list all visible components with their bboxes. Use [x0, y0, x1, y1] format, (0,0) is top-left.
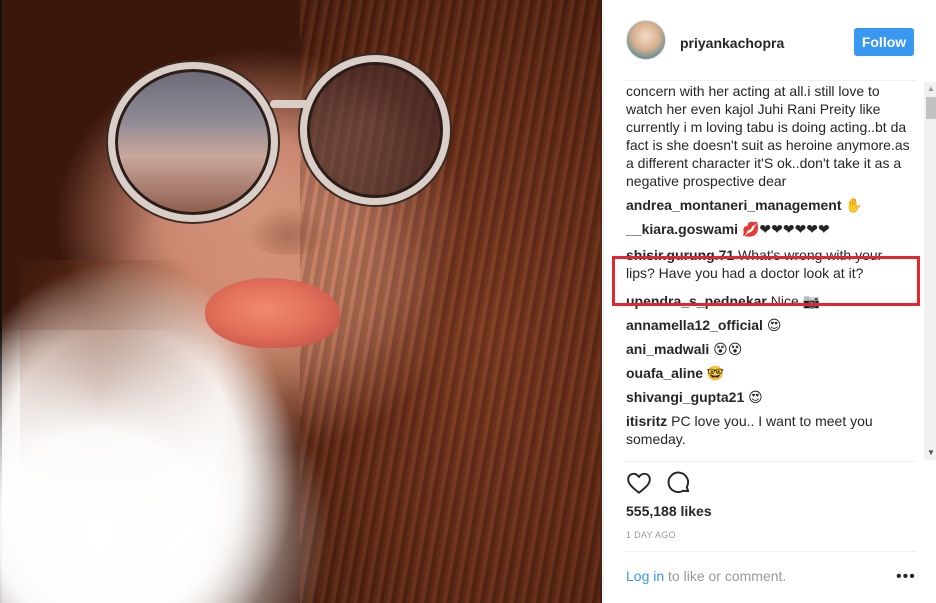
actions-divider: [626, 461, 916, 462]
comment-text: 😵😵: [709, 341, 743, 357]
comment-username[interactable]: itisritz: [626, 413, 667, 429]
comment-item: __kiara.goswami 💋❤❤❤❤❤❤: [626, 220, 911, 238]
comment-item: annamella12_official 😍: [626, 316, 911, 334]
comment-item: ouafa_aline 🤓: [626, 364, 911, 382]
comment-username[interactable]: annamella12_official: [626, 317, 763, 333]
comment-list[interactable]: concern with her acting at all.i still l…: [626, 82, 911, 459]
comment-item: concern with her acting at all.i still l…: [626, 82, 911, 190]
comment-username[interactable]: shivangi_gupta21: [626, 389, 744, 405]
comment-item-highlighted: shisir.gurung.71 What's wrong with your …: [626, 246, 911, 282]
comment-username[interactable]: ouafa_aline: [626, 365, 703, 381]
photo-sunglass-lens-left: [108, 62, 278, 222]
photo-sunglass-bridge: [270, 100, 310, 108]
scrollbar-thumb[interactable]: [926, 97, 936, 119]
photo-light-glare: [0, 330, 330, 603]
post-photo: [0, 0, 602, 603]
header-divider: [626, 80, 916, 81]
comment-username[interactable]: shisir.gurung.71: [626, 247, 734, 263]
comment-item: itisritz PC love you.. I want to meet yo…: [626, 412, 911, 448]
comment-scrollbar[interactable]: [924, 82, 936, 460]
comment-text: 😍: [744, 389, 763, 405]
photo-nose: [248, 205, 328, 255]
more-options-icon[interactable]: •••: [896, 569, 916, 585]
comment-item: andrea_montaneri_management ✋: [626, 196, 911, 214]
comment-username[interactable]: ani_madwali: [626, 341, 709, 357]
post-header: priyankachopra Follow: [604, 0, 936, 80]
comment-bubble-icon[interactable]: [666, 470, 692, 496]
comment-username[interactable]: __kiara.goswami: [626, 221, 738, 237]
comment-item: shivangi_gupta21 😍: [626, 388, 911, 406]
scroll-down-arrow-icon[interactable]: ▼: [924, 446, 936, 460]
photo-sunglass-lens-right: [300, 55, 450, 205]
comment-text: ✋: [841, 197, 863, 213]
login-link[interactable]: Log in: [626, 568, 664, 584]
post-username[interactable]: priyankachopra: [680, 35, 784, 51]
scroll-up-arrow-icon[interactable]: ▲: [924, 82, 936, 96]
footer-divider: [626, 551, 916, 552]
login-prompt: Log in to like or comment.: [626, 568, 786, 584]
likes-count[interactable]: 555,188 likes: [626, 503, 712, 519]
avatar[interactable]: [626, 20, 666, 60]
login-prompt-text: to like or comment.: [664, 568, 787, 584]
comment-username[interactable]: upendra_s_pednekar: [626, 293, 767, 309]
comment-username[interactable]: andrea_montaneri_management: [626, 197, 842, 213]
comment-text: 🤓: [703, 365, 725, 381]
post-timestamp[interactable]: 1 DAY AGO: [626, 530, 676, 540]
comment-item: ani_madwali 😵😵: [626, 340, 911, 358]
post-side-panel: priyankachopra Follow concern with her a…: [603, 0, 936, 603]
heart-icon[interactable]: [626, 470, 652, 496]
comment-text: concern with her acting at all.i still l…: [626, 83, 910, 189]
comment-text: 😍: [762, 317, 782, 333]
comment-text: Nice 📷: [766, 293, 821, 309]
comment-text: 💋❤❤❤❤❤❤: [738, 221, 830, 237]
follow-button[interactable]: Follow: [854, 28, 914, 56]
comment-item: upendra_s_pednekar Nice 📷: [626, 292, 911, 310]
